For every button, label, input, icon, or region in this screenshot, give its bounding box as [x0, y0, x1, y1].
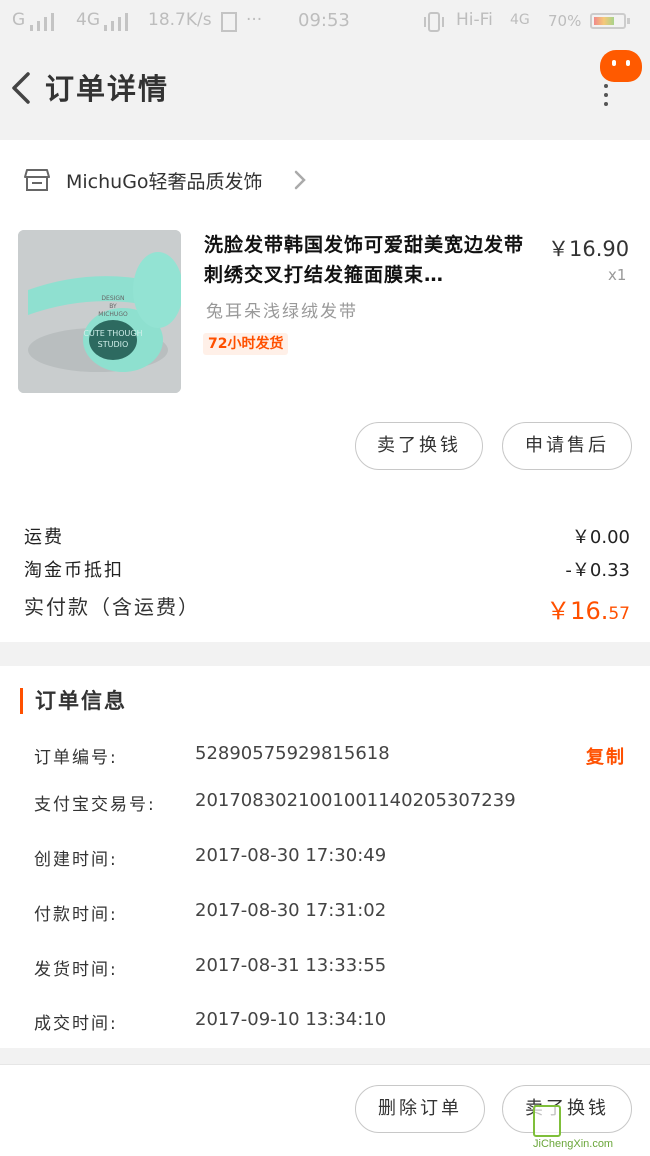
info-value: 2017-08-30 17:31:02	[195, 900, 387, 921]
wifi-label: Hi-Fi	[456, 10, 493, 30]
network-type-right: 4G	[510, 12, 530, 28]
total-paid-main: ￥16.	[546, 597, 609, 625]
total-paid-cents: 57	[608, 604, 630, 624]
info-key: 订单编号:	[34, 748, 118, 768]
order-info-title: 订单信息	[20, 688, 127, 714]
network-type: 4G	[76, 10, 100, 30]
coin-discount-label: 淘金币抵扣	[24, 560, 124, 581]
site-watermark: JiChengXin.com	[533, 1105, 650, 1155]
order-number-row: 订单编号: 52890575929815618 复制	[34, 743, 630, 773]
mascot-badge-icon	[600, 50, 642, 82]
coin-discount-row: 淘金币抵扣 -￥0.33	[24, 556, 630, 586]
store-icon	[24, 169, 50, 191]
more-dots-icon	[604, 84, 608, 111]
thumb-text: BY	[109, 303, 117, 310]
order-product-card: MichuGo轻奢品质发饰 CUTE THOUGH STUDIO DESIGN …	[0, 140, 650, 642]
network-speed: 18.7K/s	[148, 10, 212, 30]
copy-order-number-button[interactable]: 复制	[586, 743, 626, 769]
more-status-icon: ···	[246, 10, 263, 30]
total-paid-value: ￥16.57	[546, 591, 630, 626]
more-menu-button[interactable]	[596, 48, 644, 110]
thumb-text: MICHUGO	[98, 311, 128, 318]
info-value: 2017-08-31 13:33:55	[195, 955, 387, 976]
info-key: 成交时间:	[34, 1014, 118, 1034]
info-value: 2017-09-10 13:34:10	[195, 1009, 387, 1030]
product-thumbnail[interactable]: CUTE THOUGH STUDIO DESIGN BY MICHUGO	[18, 230, 181, 393]
headband-image: CUTE THOUGH STUDIO DESIGN BY MICHUGO	[18, 230, 181, 393]
alipay-trade-row: 支付宝交易号: 2017083021001001140205307239	[34, 790, 630, 820]
page-title: 订单详情	[45, 72, 170, 106]
thumb-text: CUTE THOUGH	[83, 329, 142, 338]
shipped-time-row: 发货时间: 2017-08-31 13:33:55	[34, 955, 630, 985]
shop-name: MichuGo轻奢品质发饰	[66, 171, 263, 193]
sim-icon	[221, 12, 237, 32]
created-time-row: 创建时间: 2017-08-30 17:30:49	[34, 845, 630, 875]
product-price: ￥16.90	[548, 237, 630, 261]
chevron-right-icon	[294, 170, 306, 190]
vibrate-icon	[424, 12, 444, 32]
completed-time-row: 成交时间: 2017-09-10 13:34:10	[34, 1009, 630, 1039]
back-arrow-icon[interactable]	[6, 66, 36, 110]
order-info-card: 订单信息 订单编号: 52890575929815618 复制 支付宝交易号: …	[0, 666, 650, 1048]
watermark-text: JiChengXin.com	[533, 1138, 614, 1150]
thumb-text: STUDIO	[98, 340, 129, 349]
total-paid-row: 实付款（含运费） ￥16.57	[24, 591, 630, 625]
product-title[interactable]: 洗脸发带韩国发饰可爱甜美宽边发带刺绣交叉打结发箍面膜束…	[204, 230, 534, 290]
signal-bars-icon-2	[104, 13, 128, 31]
info-key: 支付宝交易号:	[34, 795, 156, 815]
product-quantity: x1	[608, 266, 627, 284]
signal-indicator: G	[12, 10, 26, 30]
status-time: 09:53	[298, 10, 350, 31]
after-sale-button[interactable]: 申请售后	[502, 422, 632, 470]
coin-discount-value: -￥0.33	[565, 560, 630, 581]
info-key: 发货时间:	[34, 960, 118, 980]
paid-time-row: 付款时间: 2017-08-30 17:31:02	[34, 900, 630, 930]
status-bar: G 4G 18.7K/s ··· 09:53 Hi-Fi 4G 70%	[0, 0, 650, 44]
shipping-fee-label: 运费	[24, 527, 64, 548]
sell-for-cash-button[interactable]: 卖了换钱	[355, 422, 483, 470]
product-sku: 兔耳朵浅绿绒发带	[206, 302, 358, 322]
nav-bar: 订单详情	[0, 44, 650, 140]
watermark-logo-icon	[533, 1105, 561, 1137]
delete-order-button[interactable]: 删除订单	[355, 1085, 485, 1133]
shipping-fee-row: 运费 ￥0.00	[24, 523, 630, 553]
info-value: 2017083021001001140205307239	[195, 790, 516, 811]
total-paid-label: 实付款（含运费）	[24, 595, 200, 619]
battery-percent: 70%	[548, 12, 582, 30]
thumb-text: DESIGN	[101, 295, 124, 302]
shipping-tag-badge: 72小时发货	[203, 333, 289, 355]
info-key: 付款时间:	[34, 905, 118, 925]
info-value: 2017-08-30 17:30:49	[195, 845, 387, 866]
info-value: 52890575929815618	[195, 743, 390, 764]
info-key: 创建时间:	[34, 850, 118, 870]
shop-header[interactable]: MichuGo轻奢品质发饰	[0, 140, 650, 220]
shipping-fee-value: ￥0.00	[571, 527, 630, 548]
battery-icon	[590, 13, 626, 29]
signal-bars-icon	[30, 13, 54, 31]
